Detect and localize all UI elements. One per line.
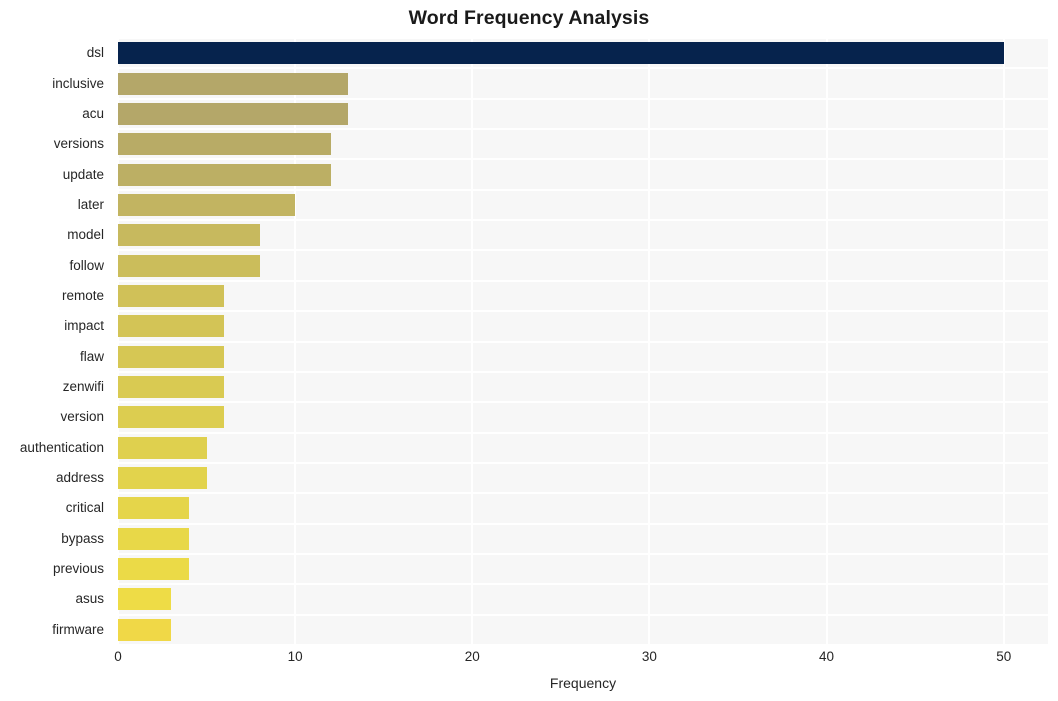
bar-impact[interactable] [118,315,225,338]
y-tick-label-model: model [67,227,104,243]
y-tick-label-critical: critical [65,500,104,516]
y-tick-label-later: later [77,196,104,212]
bar-row [118,281,1048,311]
y-tick-label-versions: versions [53,136,104,152]
bar-row [118,129,1048,159]
bar-row [118,68,1048,98]
y-tick-label-impact: impact [64,318,104,334]
bar-row [118,433,1048,463]
bar-authentication[interactable] [118,436,207,459]
x-tick-label-0: 0 [114,649,122,664]
bar-follow[interactable] [118,254,260,277]
bar-flaw[interactable] [118,345,225,368]
bar-zenwifi[interactable] [118,376,225,399]
y-tick-label-zenwifi: zenwifi [62,379,104,395]
x-tick-label-10: 10 [287,649,303,664]
y-tick-label-flaw: flaw [79,348,104,364]
x-axis-title: Frequency [549,675,617,691]
bar-row [118,159,1048,189]
y-tick-label-authentication: authentication [19,439,104,455]
y-tick-label-bypass: bypass [61,530,104,546]
bar-critical[interactable] [118,497,189,520]
bar-row [118,99,1048,129]
bar-remote[interactable] [118,284,225,307]
y-tick-label-firmware: firmware [52,621,104,637]
bar-row [118,250,1048,280]
y-tick-label-address: address [55,470,104,486]
x-tick-label-30: 30 [641,649,657,664]
bar-firmware[interactable] [118,618,172,641]
bar-row [118,372,1048,402]
bar-asus[interactable] [118,588,172,611]
y-axis-tick-labels: dsl inclusive acu versions update later model f… [0,38,111,645]
bar-versions[interactable] [118,133,331,156]
bar-row [118,554,1048,584]
bar-row [118,524,1048,554]
bar-bypass[interactable] [118,527,189,550]
y-tick-label-acu: acu [82,105,104,121]
bar-row [118,493,1048,523]
chart-title: Word Frequency Analysis [408,7,650,29]
bar-later[interactable] [118,193,296,216]
plot-area [118,38,1048,645]
y-tick-label-follow: follow [69,257,104,273]
x-tick-label-50: 50 [996,649,1012,664]
y-tick-label-update: update [62,166,104,182]
y-tick-label-remote: remote [61,287,104,303]
bar-previous[interactable] [118,558,189,581]
bar-model[interactable] [118,224,260,247]
bar-dsl[interactable] [118,42,1004,65]
bar-row [118,190,1048,220]
bar-row [118,615,1048,645]
bar-row [118,311,1048,341]
bar-row [118,38,1048,68]
y-tick-label-asus: asus [75,591,104,607]
bar-row [118,584,1048,614]
bar-row [118,342,1048,372]
bar-row [118,463,1048,493]
y-tick-label-inclusive: inclusive [52,75,104,91]
word-frequency-bar-chart: Word Frequency Analysis dsl inclusive acu v… [0,0,1058,701]
y-tick-label-previous: previous [52,561,104,577]
bar-inclusive[interactable] [118,72,349,95]
bar-version[interactable] [118,406,225,429]
x-tick-label-20: 20 [464,649,480,664]
y-tick-label-version: version [60,409,104,425]
bar-row [118,402,1048,432]
bar-acu[interactable] [118,102,349,125]
x-axis-tick-labels: 0 10 20 30 40 50 [114,649,1048,672]
bar-row [118,220,1048,250]
bar-address[interactable] [118,467,207,490]
x-tick-label-40: 40 [819,649,835,664]
bar-update[interactable] [118,163,331,186]
y-tick-label-dsl: dsl [86,45,104,61]
